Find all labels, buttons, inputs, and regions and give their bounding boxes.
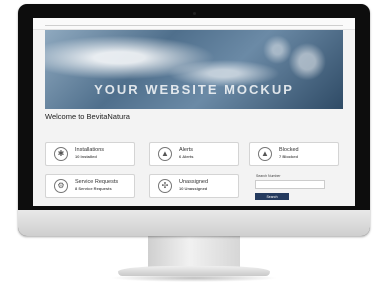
- monitor-chin: [18, 210, 370, 236]
- card-subtitle: 8 Service Requests: [75, 186, 112, 191]
- warning-icon: ▲: [258, 147, 272, 161]
- wrench-icon: ✱: [54, 147, 68, 161]
- search-input[interactable]: [255, 180, 325, 189]
- search-button[interactable]: Search: [255, 193, 289, 200]
- search-label: Search Number: [256, 174, 281, 178]
- welcome-heading: Welcome to BevitaNatura: [45, 112, 130, 121]
- card-blocked[interactable]: ▲ Blocked 7 Blocked: [249, 142, 339, 166]
- card-subtitle: 10 Unassigned: [179, 186, 208, 191]
- card-title: Blocked: [279, 147, 299, 153]
- card-alerts[interactable]: ▲ Alerts 6 Alerts: [149, 142, 239, 166]
- network-icon: ✣: [158, 179, 172, 193]
- card-subtitle: 10 Installed: [75, 154, 97, 159]
- card-subtitle: 7 Blocked: [279, 154, 298, 159]
- card-title: Service Requests: [75, 179, 119, 185]
- card-title: Alerts: [179, 147, 194, 153]
- monitor-stand-neck: [148, 236, 240, 270]
- card-title: Unassigned: [179, 179, 209, 185]
- alert-icon: ▲: [158, 147, 172, 161]
- hero-title: YOUR WEBSITE MOCKUP: [94, 82, 294, 97]
- card-installations[interactable]: ✱ Installations 10 Installed: [45, 142, 135, 166]
- card-title: Installations: [75, 147, 105, 153]
- card-unassigned[interactable]: ✣ Unassigned 10 Unassigned: [149, 174, 239, 198]
- card-service-requests[interactable]: ⚙ Service Requests 8 Service Requests: [45, 174, 135, 198]
- card-subtitle: 6 Alerts: [179, 154, 194, 159]
- monitor-stand-base: [118, 266, 270, 276]
- webcam-dot: [193, 12, 196, 15]
- service-icon: ⚙: [54, 179, 68, 193]
- browser-top-bar: [33, 18, 355, 30]
- hero-banner: YOUR WEBSITE MOCKUP: [45, 30, 343, 109]
- website-screen: YOUR WEBSITE MOCKUP Welcome to BevitaNat…: [33, 18, 355, 206]
